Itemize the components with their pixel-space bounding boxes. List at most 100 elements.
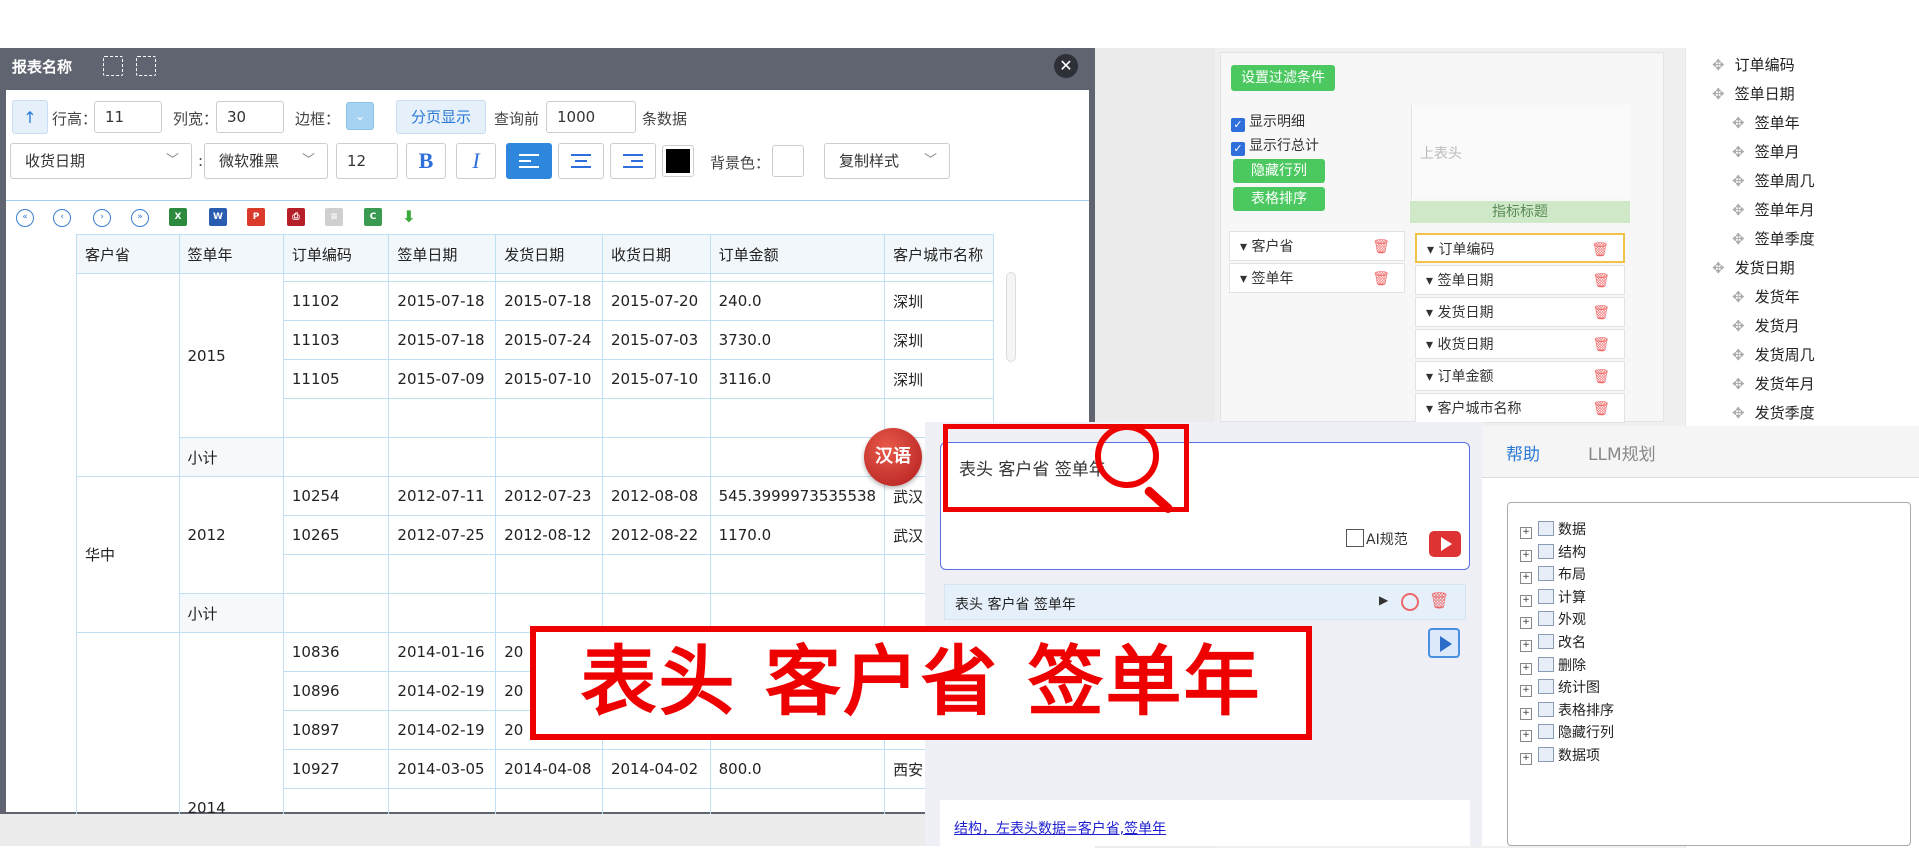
set-filter-button[interactable]: 设置过滤条件 — [1231, 65, 1335, 91]
restore-icon[interactable] — [136, 56, 156, 76]
field-tree-item[interactable]: ✥ 发货日期 — [1712, 257, 1795, 278]
field-tree-item[interactable]: ✥ 签单年月 — [1732, 199, 1815, 220]
align-right-button[interactable] — [610, 143, 656, 179]
help-tree-node[interactable]: + 外观 — [1520, 609, 1586, 630]
play-small-icon[interactable]: ▶ — [1379, 593, 1388, 607]
italic-button[interactable]: I — [456, 143, 496, 179]
expand-icon[interactable]: + — [1520, 640, 1532, 652]
prev-page-icon[interactable]: ‹ — [53, 209, 71, 227]
table-sort-button[interactable]: 表格排序 — [1233, 187, 1325, 211]
indicator-item[interactable]: ▾ 订单金额 🗑 — [1415, 361, 1625, 391]
help-tree-node[interactable]: + 隐藏行列 — [1520, 722, 1614, 743]
first-page-icon[interactable]: « — [16, 209, 34, 227]
row-dimension-item[interactable]: ▾ 签单年 🗑 — [1229, 263, 1405, 293]
print-icon[interactable]: ⎙ — [287, 208, 305, 226]
column-header[interactable]: 客户城市名称 — [884, 234, 994, 274]
column-header[interactable]: 收货日期 — [601, 234, 711, 274]
field-tree-item[interactable]: ✥ 签单季度 — [1732, 228, 1815, 249]
result-link[interactable]: 结构，左表头数据=客户省,签单年 — [954, 818, 1166, 838]
text-icon[interactable]: ≡ — [325, 208, 343, 226]
drag-handle-icon[interactable]: ✥ — [1732, 346, 1745, 364]
field-tree-item[interactable]: ✥ 签单周几 — [1732, 170, 1815, 191]
bg-color-picker[interactable] — [772, 145, 804, 177]
next-page-icon[interactable]: › — [93, 209, 111, 227]
show-row-total-checkbox[interactable]: ✓ 显示行总计 — [1231, 135, 1319, 156]
indicator-item[interactable]: ▾ 签单日期 🗑 — [1415, 265, 1625, 295]
close-button[interactable]: ✕ — [1054, 54, 1078, 78]
trash-icon[interactable]: 🗑 — [1592, 362, 1610, 392]
drag-handle-icon[interactable]: ✥ — [1732, 143, 1745, 161]
drag-handle-icon[interactable]: ✥ — [1712, 259, 1725, 277]
trash-icon[interactable]: 🗑 — [1592, 394, 1610, 424]
expand-icon[interactable]: + — [1520, 730, 1532, 743]
row-dimension-item[interactable]: ▾ 客户省 🗑 — [1229, 231, 1405, 261]
expand-icon[interactable]: + — [1520, 594, 1532, 607]
row-height-input[interactable]: 11 — [94, 101, 162, 133]
trash-icon[interactable]: 🗑 — [1591, 235, 1609, 265]
run-button[interactable] — [1429, 531, 1461, 557]
help-tree-node[interactable]: + 数据项 — [1520, 745, 1600, 765]
expand-icon[interactable]: + — [1520, 617, 1532, 630]
expand-icon[interactable]: + — [1520, 662, 1532, 675]
query-count-input[interactable]: 1000 — [546, 101, 636, 133]
column-header[interactable]: 发货日期 — [495, 234, 603, 274]
help-tree-node[interactable]: + 计算 — [1520, 587, 1586, 607]
field-tree-item[interactable]: ✥ 发货月 — [1732, 315, 1800, 336]
align-left-button[interactable] — [506, 143, 552, 179]
field-tree-item[interactable]: ✥ 发货年月 — [1732, 373, 1815, 394]
drag-handle-icon[interactable]: ✥ — [1712, 56, 1725, 74]
font-family-select[interactable]: 微软雅黑 ﹀ — [204, 143, 328, 179]
report-window-titlebar[interactable]: 报表名称 ✕ — [0, 48, 1095, 84]
help-tree-node[interactable]: + 统计图 — [1520, 677, 1600, 698]
column-header[interactable]: 客户省 — [76, 234, 180, 274]
column-header[interactable]: 签单日期 — [388, 234, 497, 274]
csv-icon[interactable]: C — [364, 208, 382, 226]
pdf-icon[interactable]: P — [247, 208, 265, 226]
ai-spec-checkbox[interactable]: AI规范 — [1346, 529, 1408, 549]
column-header[interactable]: 签单年 — [178, 234, 284, 274]
field-select[interactable]: 收货日期 ﹀ — [10, 143, 192, 179]
upper-header-dropzone[interactable]: 上表头 — [1411, 105, 1629, 199]
show-detail-checkbox[interactable]: ✓ 显示明细 — [1231, 111, 1305, 132]
drag-handle-icon[interactable]: ✥ — [1732, 404, 1745, 422]
hide-rows-cols-button[interactable]: 隐藏行列 — [1233, 159, 1325, 183]
col-width-input[interactable]: 30 — [216, 101, 284, 133]
font-size-input[interactable]: 12 — [336, 143, 398, 179]
trash-icon[interactable]: 🗑 — [1429, 591, 1449, 610]
help-tree-node[interactable]: + 数据 — [1520, 519, 1586, 539]
trash-icon[interactable]: 🗑 — [1372, 232, 1390, 262]
help-tree-node[interactable]: + 改名 — [1520, 632, 1586, 652]
field-tree-item[interactable]: ✥ 发货年 — [1732, 286, 1800, 307]
indicator-item[interactable]: ▾ 发货日期 🗑 — [1415, 297, 1625, 327]
align-center-button[interactable] — [558, 143, 604, 179]
excel-icon[interactable]: X — [169, 208, 187, 226]
stop-icon[interactable] — [1401, 593, 1419, 611]
expand-icon[interactable]: + — [1520, 685, 1532, 698]
drag-handle-icon[interactable]: ✥ — [1732, 317, 1745, 335]
drag-handle-icon[interactable]: ✥ — [1712, 85, 1725, 103]
help-tree-node[interactable]: + 结构 — [1520, 542, 1586, 562]
column-header[interactable]: 订单金额 — [709, 234, 886, 274]
field-tree-item[interactable]: ✥ 签单日期 — [1712, 83, 1795, 104]
drag-handle-icon[interactable]: ✥ — [1732, 114, 1745, 132]
sort-direction-button[interactable]: ↑ — [12, 100, 48, 134]
field-tree-item[interactable]: ✥ 发货周几 — [1732, 344, 1815, 365]
drag-handle-icon[interactable]: ✥ — [1732, 201, 1745, 219]
drag-handle-icon[interactable]: ✥ — [1732, 172, 1745, 190]
trash-icon[interactable]: 🗑 — [1372, 264, 1390, 294]
expand-icon[interactable]: + — [1520, 527, 1532, 539]
bold-button[interactable]: B — [406, 143, 446, 179]
help-tree-node[interactable]: + 删除 — [1520, 655, 1586, 675]
trash-icon[interactable]: 🗑 — [1592, 266, 1610, 296]
border-color-picker[interactable]: ⌄ — [346, 102, 374, 130]
help-tree-node[interactable]: + 表格排序 — [1520, 700, 1614, 720]
run-all-button[interactable] — [1428, 628, 1460, 658]
field-tree-item[interactable]: ✥ 签单年 — [1732, 112, 1800, 133]
indicator-item[interactable]: ▾ 订单编码 🗑 — [1415, 233, 1625, 263]
tab-help[interactable]: 帮助 — [1506, 440, 1540, 465]
tab-llm-plan[interactable]: LLM规划 — [1588, 440, 1656, 465]
command-list-item[interactable]: 表头 客户省 签单年 ▶ 🗑 — [944, 584, 1466, 620]
field-tree-item[interactable]: ✥ 签单月 — [1732, 141, 1800, 162]
trash-icon[interactable]: 🗑 — [1592, 330, 1610, 360]
help-tree-node[interactable]: + 布局 — [1520, 564, 1586, 585]
